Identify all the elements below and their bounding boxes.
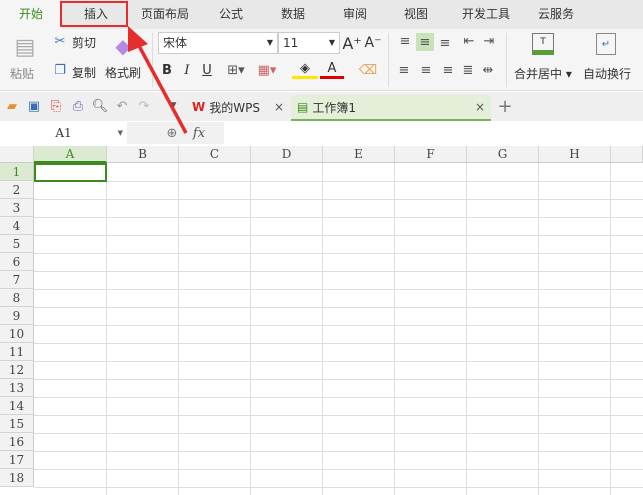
red-arrow-annotation: [128, 26, 188, 134]
